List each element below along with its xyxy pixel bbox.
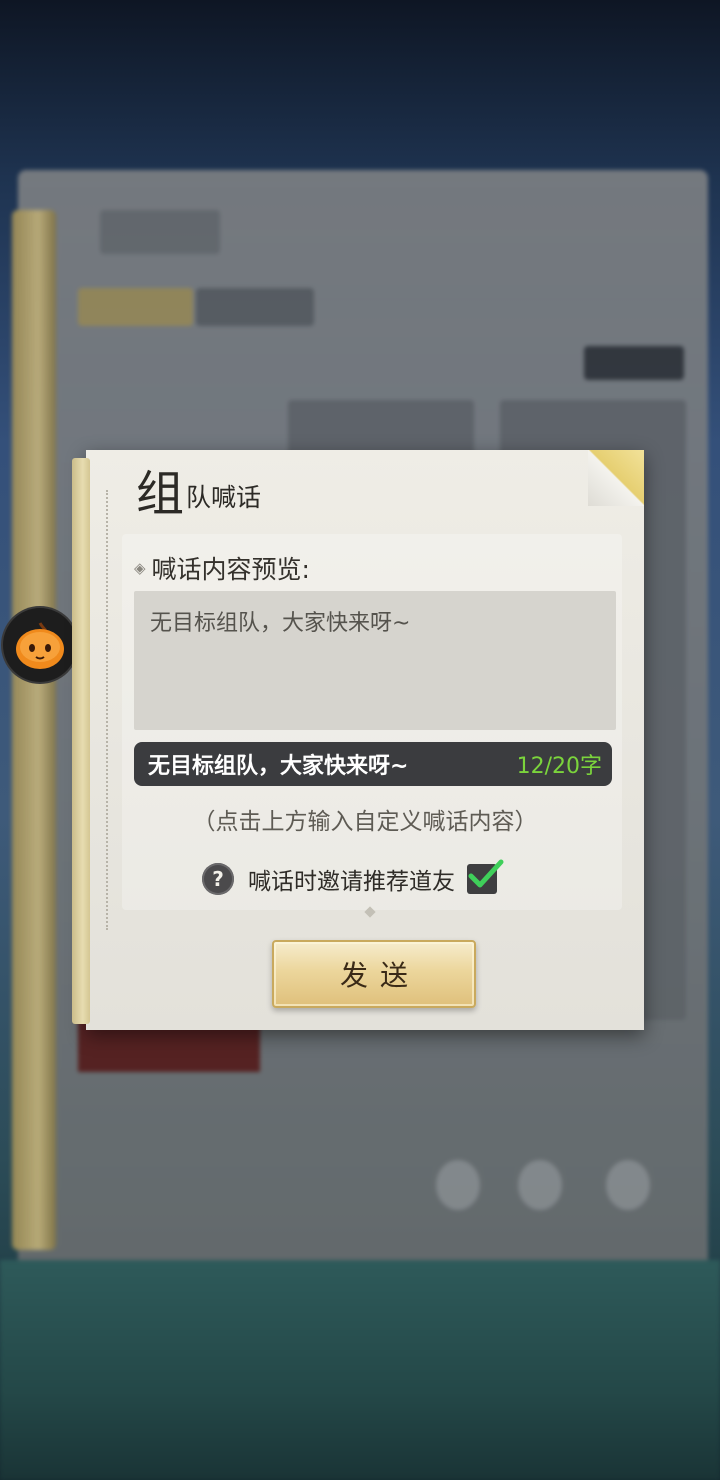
send-button[interactable]: 发送 — [272, 940, 476, 1008]
char-counter: 12/20字 — [516, 754, 602, 779]
preview-label-text: 喊话内容预览: — [151, 555, 310, 584]
preview-text: 无目标组队，大家快来呀~ — [150, 611, 411, 636]
diamond-icon: ◈ — [134, 559, 146, 577]
invite-checkbox[interactable] — [467, 859, 504, 894]
background-tab — [196, 288, 314, 326]
dotted-divider — [106, 490, 108, 930]
background-ground — [0, 1260, 720, 1480]
team-shout-dialog: 组 队喊话 ◈ 喊话内容预览: 无目标组队，大家快来呀~ 无目标组队，大家快来呀… — [72, 450, 644, 1030]
title-big-char: 组 — [136, 466, 185, 522]
input-text: 无目标组队，大家快来呀~ — [148, 754, 409, 779]
background-button — [584, 346, 684, 380]
invite-option-row: ? 喊话时邀请推荐道友 — [202, 859, 504, 896]
background-circle — [606, 1160, 650, 1210]
dialog-title: 组 队喊话 — [136, 470, 261, 518]
page-corner-fold — [588, 450, 644, 506]
invite-label: 喊话时邀请推荐道友 — [248, 869, 455, 895]
book-spine — [12, 210, 56, 1250]
background-circle — [436, 1160, 480, 1210]
send-button-label: 发送 — [339, 959, 420, 992]
pumpkin-icon — [16, 622, 64, 669]
title-rest: 队喊话 — [186, 483, 262, 512]
background-tab-active — [78, 288, 193, 326]
checkmark-icon — [468, 859, 504, 888]
help-icon[interactable]: ? — [202, 863, 234, 895]
preview-box: 无目标组队，大家快来呀~ — [134, 591, 616, 730]
shout-input-field[interactable]: 无目标组队，大家快来呀~ 12/20字 — [134, 742, 612, 786]
floating-assistant-button[interactable] — [3, 608, 77, 682]
background-title — [100, 210, 220, 254]
preview-label: ◈ 喊话内容预览: — [134, 550, 310, 586]
background-circle — [518, 1160, 562, 1210]
input-hint: （点击上方输入自定义喊话内容） — [192, 809, 538, 835]
